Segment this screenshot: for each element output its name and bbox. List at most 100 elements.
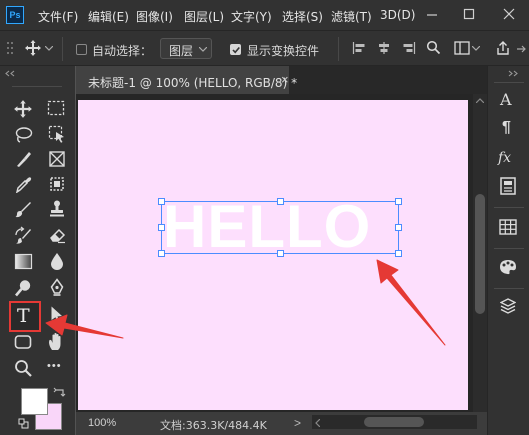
transform-handle[interactable]	[158, 198, 165, 205]
horizontal-scroll-thumb[interactable]	[364, 417, 424, 427]
transform-handle[interactable]	[158, 224, 165, 231]
auto-select-checkbox[interactable]	[76, 44, 87, 55]
menu-filter[interactable]: 滤镜(T)	[331, 8, 372, 25]
hand-tool-icon[interactable]	[47, 331, 67, 352]
chevron-down-icon[interactable]	[472, 46, 480, 51]
menu-layer[interactable]: 图层(L)	[184, 8, 224, 25]
history-brush-icon[interactable]	[14, 226, 33, 244]
lasso-icon[interactable]	[14, 126, 33, 144]
swap-colors-icon[interactable]	[53, 386, 67, 400]
transform-handle[interactable]	[277, 198, 284, 205]
menu-type[interactable]: 文字(Y)	[231, 8, 272, 25]
horizontal-scrollbar[interactable]	[312, 415, 477, 429]
blur-tool-icon[interactable]	[50, 252, 64, 270]
collapse-panel-icon[interactable]	[5, 70, 15, 77]
foreground-color-swatch[interactable]	[21, 388, 48, 415]
workspace-icon[interactable]	[454, 41, 470, 55]
color-palette-icon[interactable]	[499, 259, 517, 275]
transform-handle[interactable]	[158, 250, 165, 257]
move-tool-preset-icon[interactable]	[24, 39, 42, 57]
show-transform-label: 显示变换控件	[247, 44, 320, 58]
object-selection-icon[interactable]	[48, 125, 66, 144]
search-icon[interactable]	[426, 40, 441, 55]
options-bar: 自动选择： 图层 显示变换控件	[0, 30, 529, 66]
collapse-dock-icon[interactable]	[508, 70, 518, 77]
paragraph-panel-icon[interactable]: ¶	[502, 119, 511, 137]
show-transform-checkbox[interactable]	[230, 44, 241, 55]
close-window-icon[interactable]	[503, 8, 515, 20]
separator	[494, 82, 524, 83]
crop-slice-icon[interactable]	[48, 150, 66, 168]
photoshop-logo[interactable]: Ps	[6, 6, 24, 24]
document-tab-title: 未标题-1 @ 100% (HELLO, RGB/8) *	[88, 76, 298, 90]
zoom-tool-icon[interactable]	[14, 359, 33, 377]
separator	[338, 37, 339, 61]
path-selection-icon[interactable]	[50, 305, 64, 324]
status-menu-icon[interactable]: >	[294, 416, 301, 430]
brush-select-icon[interactable]	[14, 150, 33, 168]
status-bar: 100% 文档:363.3K/484.4K >	[76, 412, 487, 435]
share-icon[interactable]	[495, 40, 511, 56]
swatches-grid-icon[interactable]	[499, 219, 517, 235]
align-left-icon[interactable]	[352, 41, 366, 55]
menu-bar: Ps 文件(F) 编辑(E) 图像(I) 图层(L) 文字(Y) 选择(S) 滤…	[0, 0, 529, 30]
zoom-level[interactable]: 100%	[88, 417, 116, 429]
more-tools-icon[interactable]: •••	[47, 360, 62, 372]
auto-select-value: 图层	[169, 44, 194, 58]
panel-toggle-icon[interactable]	[517, 45, 527, 53]
separator	[494, 207, 524, 208]
chevron-down-icon[interactable]	[45, 46, 53, 51]
menu-file[interactable]: 文件(F)	[38, 8, 78, 25]
align-horizontal-center-icon[interactable]	[377, 41, 391, 55]
options-grip-icon	[7, 42, 13, 54]
tools-panel: T •••	[0, 66, 75, 435]
auto-select-label: 自动选择：	[92, 44, 153, 58]
rectangular-marquee-icon[interactable]	[47, 100, 65, 116]
transform-bounding-box[interactable]	[161, 201, 399, 254]
align-right-icon[interactable]	[402, 41, 416, 55]
chevron-down-icon	[199, 47, 207, 52]
document-area: HELLO	[76, 94, 473, 412]
eraser-icon[interactable]	[48, 226, 66, 244]
layers-panel-icon[interactable]	[500, 298, 516, 314]
scroll-left-icon[interactable]	[315, 419, 320, 427]
pen-tool-icon[interactable]	[48, 278, 66, 297]
gradient-icon[interactable]	[14, 253, 33, 270]
rectangle-tool-icon[interactable]	[14, 334, 33, 351]
menu-edit[interactable]: 编辑(E)	[88, 8, 129, 25]
transform-handle[interactable]	[395, 224, 402, 231]
checkmark-icon	[232, 46, 240, 54]
separator	[62, 37, 63, 61]
transform-handle[interactable]	[395, 250, 402, 257]
brush-icon[interactable]	[14, 200, 33, 218]
transform-handle[interactable]	[277, 250, 284, 257]
vertical-scrollbar[interactable]	[473, 94, 487, 412]
menu-3d[interactable]: 3D(D)	[380, 8, 415, 22]
canvas[interactable]: HELLO	[78, 100, 468, 410]
separator	[494, 248, 524, 249]
document-tab[interactable]: 未标题-1 @ 100% (HELLO, RGB/8) * ×	[76, 66, 297, 94]
glyphs-panel-icon[interactable]: fx	[498, 150, 511, 166]
properties-panel-icon[interactable]	[500, 177, 516, 195]
maximize-icon[interactable]	[463, 8, 475, 20]
right-panel-dock: A ¶ fx	[487, 66, 529, 435]
document-tab-bar: 未标题-1 @ 100% (HELLO, RGB/8) * ×	[76, 66, 487, 94]
character-panel-icon[interactable]: A	[500, 90, 512, 109]
clone-stamp-icon[interactable]	[48, 199, 66, 218]
close-tab-icon[interactable]: ×	[281, 72, 289, 87]
menu-image[interactable]: 图像(I)	[136, 8, 173, 25]
eyedropper-icon[interactable]	[14, 175, 33, 193]
move-tool-icon[interactable]	[13, 99, 33, 119]
dodge-tool-icon[interactable]	[14, 279, 33, 297]
scroll-up-icon[interactable]	[476, 98, 484, 103]
menu-select[interactable]: 选择(S)	[282, 8, 323, 25]
auto-select-dropdown[interactable]: 图层	[160, 38, 212, 59]
separator	[494, 288, 524, 289]
minimize-icon[interactable]	[426, 9, 438, 21]
separator	[12, 86, 62, 87]
transform-handle[interactable]	[395, 198, 402, 205]
default-colors-icon[interactable]	[18, 418, 29, 429]
type-tool-icon[interactable]: T	[17, 306, 30, 326]
vertical-scroll-thumb[interactable]	[475, 194, 485, 314]
frame-tool-icon[interactable]	[48, 175, 66, 193]
